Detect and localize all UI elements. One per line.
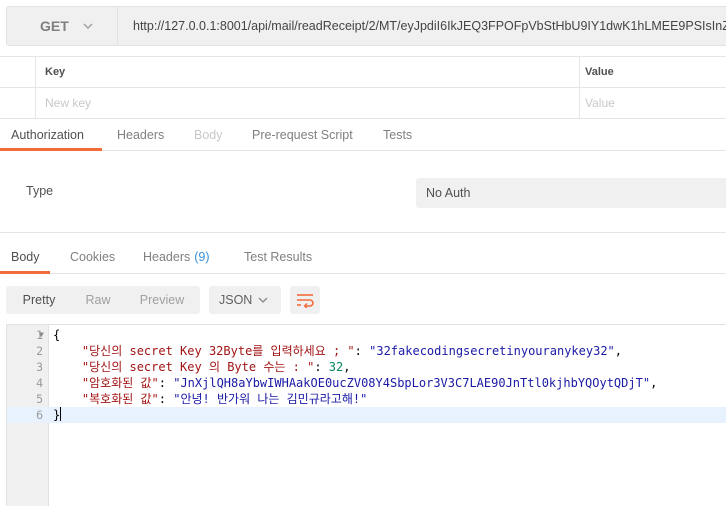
text-cursor (60, 407, 62, 421)
request-tabs: Authorization Headers Body Pre-request S… (0, 119, 726, 151)
code-line: 2 "당신의 secret Key 32Byte를 입력하세요 ; ": "32… (36, 344, 622, 358)
request-url-bar: GET http://127.0.0.1:8001/api/mail/readR… (0, 0, 726, 56)
wrap-icon (297, 294, 314, 308)
tab-response-headers[interactable]: Headers (9) (143, 240, 210, 274)
chevron-down-icon (258, 297, 268, 304)
authorization-panel: Type No Auth (0, 151, 726, 233)
tab-tests[interactable]: Tests (383, 119, 412, 151)
new-key-input[interactable]: New key (36, 88, 580, 118)
new-value-input[interactable]: Value (580, 88, 726, 118)
fold-toggle-icon[interactable]: ▼ (39, 327, 44, 343)
method-label: GET (40, 18, 69, 34)
auth-type-value: No Auth (426, 186, 471, 200)
response-body-editor[interactable]: 1 ▼ { 2 "당신의 secret Key 32Byte를 입력하세요 ; … (6, 324, 726, 506)
new-key-placeholder: New key (45, 96, 92, 110)
raw-button[interactable]: Raw (72, 286, 124, 314)
tab-response-body[interactable]: Body (11, 240, 40, 274)
params-table: Key Value New key Value (0, 56, 726, 119)
response-headers-label: Headers (143, 250, 191, 264)
headers-count-badge: (9) (194, 250, 210, 264)
method-select[interactable]: GET (6, 6, 118, 46)
view-mode-group: Pretty Raw Preview (6, 286, 200, 314)
format-label: JSON (219, 293, 253, 307)
code-line: 3 "당신의 secret Key 의 Byte 수는 : ": 32, (36, 360, 351, 374)
tab-headers[interactable]: Headers (117, 119, 164, 151)
response-toolbar: Pretty Raw Preview JSON (0, 274, 726, 324)
tab-body[interactable]: Body (194, 119, 223, 151)
tab-authorization[interactable]: Authorization (11, 119, 84, 151)
value-column-header: Value (585, 66, 614, 78)
preview-button[interactable]: Preview (124, 286, 200, 314)
code-line: 4 "암호화된 값": "JnXjlQH8aYbwIWHAakOE0ucZV08… (36, 376, 658, 390)
code-line: 5 "복호화된 값": "안녕! 반가워 나는 김민규라고해!" (36, 392, 368, 406)
params-new-row: New key Value (0, 88, 726, 119)
code-line-active: 6 } (7, 407, 726, 423)
tab-test-results[interactable]: Test Results (244, 240, 312, 274)
url-input[interactable]: http://127.0.0.1:8001/api/mail/readRecei… (118, 6, 726, 46)
code-line: 1 ▼ { (36, 327, 61, 343)
chevron-down-icon (83, 23, 93, 30)
new-value-placeholder: Value (585, 96, 615, 110)
auth-type-select[interactable]: No Auth (416, 178, 726, 208)
pretty-button[interactable]: Pretty (6, 286, 72, 314)
tab-cookies[interactable]: Cookies (70, 240, 115, 274)
params-header-row: Key Value (0, 57, 726, 88)
response-tabs: Body Cookies Headers (9) Test Results (0, 240, 726, 274)
key-column-header: Key (45, 66, 66, 78)
format-select[interactable]: JSON (209, 286, 281, 314)
wrap-lines-button[interactable] (290, 286, 320, 314)
url-text: http://127.0.0.1:8001/api/mail/readRecei… (133, 19, 726, 33)
tab-pre-request-script[interactable]: Pre-request Script (252, 119, 353, 151)
auth-type-label: Type (26, 184, 54, 198)
